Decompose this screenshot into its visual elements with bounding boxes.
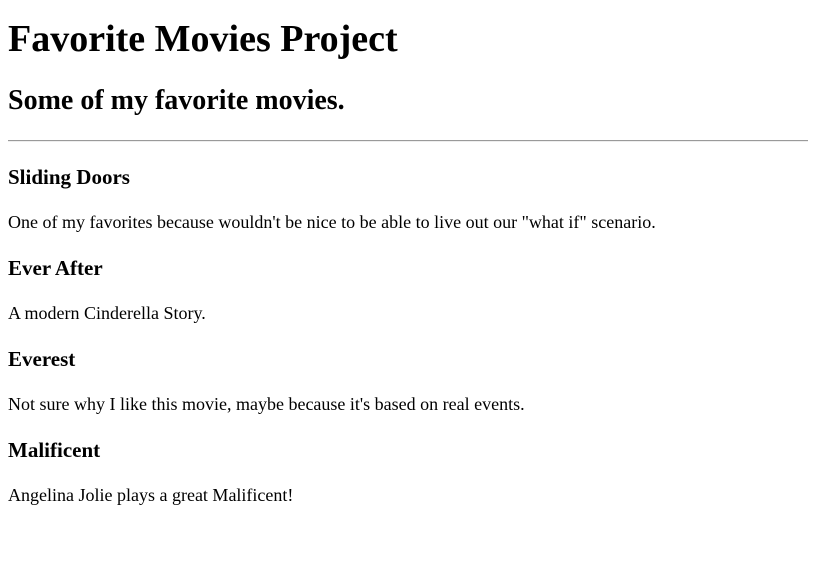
movie-description: Angelina Jolie plays a great Malificent! [8,485,294,505]
movie-title: Sliding Doors [8,165,130,189]
page-title: Favorite Movies Project [8,18,398,60]
movie-entry: Malificent Angelina Jolie plays a great … [8,437,808,506]
divider [8,140,808,142]
movie-description: One of my favorites because wouldn't be … [8,212,656,232]
movie-entry: Ever After A modern Cinderella Story. [8,255,808,324]
movie-description: A modern Cinderella Story. [8,303,206,323]
movie-title: Ever After [8,256,103,280]
movie-title: Malificent [8,438,101,462]
movie-title: Everest [8,347,76,371]
movie-description: Not sure why I like this movie, maybe be… [8,394,525,414]
movie-entry: Everest Not sure why I like this movie, … [8,346,808,415]
movie-list: Sliding Doors One of my favorites becaus… [8,164,808,506]
page-subtitle: Some of my favorite movies. [8,85,345,116]
movie-entry: Sliding Doors One of my favorites becaus… [8,164,808,233]
